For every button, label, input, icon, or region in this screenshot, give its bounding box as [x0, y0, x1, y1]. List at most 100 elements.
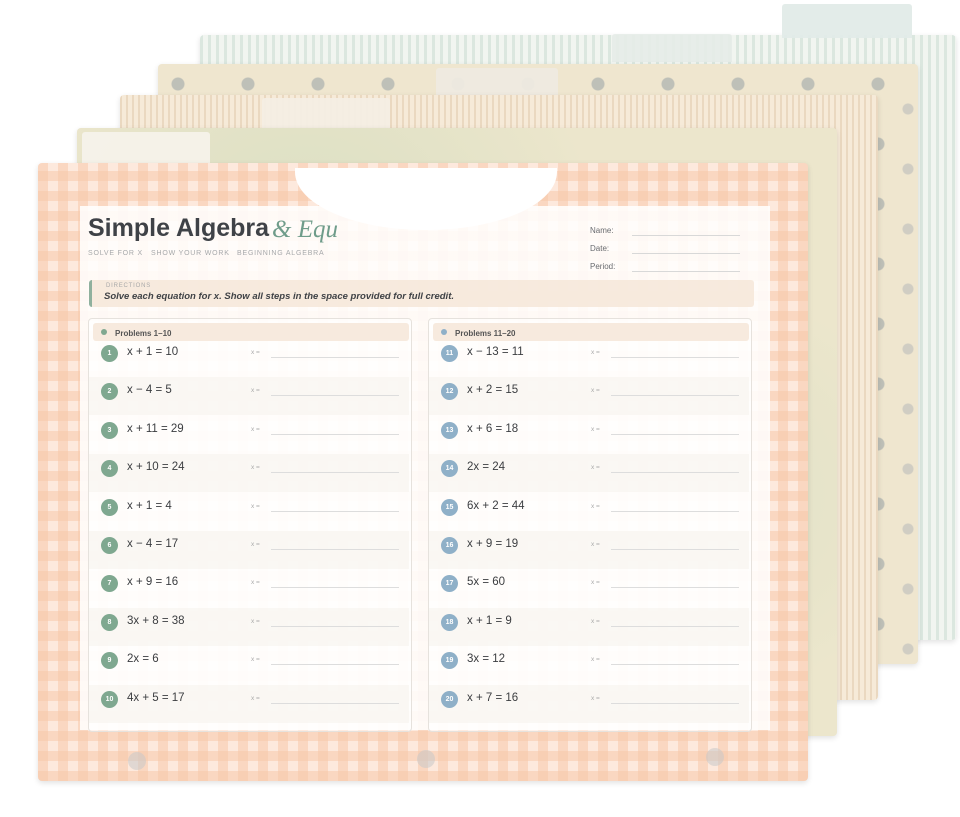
problem-row: 7 x + 9 = 16 x = [89, 569, 409, 607]
problem-row: 18 x + 1 = 9 x = [429, 607, 749, 646]
problem-number-badge: 11 [441, 345, 458, 362]
problem-row: 14 2x = 24 x = [429, 454, 749, 493]
bullet-icon [441, 329, 447, 335]
binder-hole [417, 750, 435, 768]
problem-row: 17 5x = 60 x = [429, 569, 749, 607]
answer-line[interactable] [611, 664, 739, 666]
equation-text: 3x = 12 [467, 653, 506, 666]
problems-column-right: Problems 11–20 11 x − 13 = 11 x = 12 x + 2 =… [428, 318, 752, 732]
equation-text: x + 1 = 4 [127, 499, 172, 512]
subtitle-item: Solve for x [88, 250, 143, 257]
answer-line[interactable] [611, 587, 739, 589]
answer-line[interactable] [271, 510, 399, 512]
binder-hole [706, 748, 724, 766]
answer-line[interactable] [271, 625, 399, 627]
answer-line[interactable] [271, 587, 399, 589]
answer-label: x = [591, 502, 600, 510]
equation-text: 4x + 5 = 17 [127, 691, 185, 704]
answer-label: x = [591, 387, 600, 395]
problem-number-badge: 19 [441, 652, 458, 670]
answer-label: x = [591, 464, 600, 472]
answer-label: x = [251, 464, 260, 472]
problem-number-badge: 15 [441, 498, 458, 516]
answer-label: x = [591, 617, 600, 625]
equation-text: x − 4 = 17 [127, 538, 179, 550]
answer-line[interactable] [271, 395, 399, 397]
subtitle-item: Show your work [151, 250, 230, 257]
problem-row: 12 x + 2 = 15 x = [429, 377, 749, 416]
answer-label: x = [591, 541, 600, 548]
period-field-label: Period: [590, 262, 616, 271]
name-field-line[interactable] [632, 235, 740, 236]
problem-number-badge: 10 [101, 690, 118, 708]
equation-text: 2x = 6 [127, 653, 159, 666]
answer-line[interactable] [271, 664, 399, 666]
answer-line[interactable] [271, 702, 399, 704]
answer-line[interactable] [271, 472, 399, 474]
directions-text: Solve each equation for x. Show all step… [104, 291, 454, 302]
problem-row: 11 x − 13 = 11 x = [429, 339, 749, 377]
equation-text: 3x + 8 = 38 [127, 614, 185, 627]
problem-number-badge: 5 [101, 498, 118, 516]
answer-line[interactable] [611, 702, 739, 704]
folder-tab [82, 132, 210, 164]
answer-label: x = [251, 387, 260, 395]
problem-number-badge: 7 [101, 575, 118, 593]
problem-number-badge: 8 [101, 613, 118, 631]
equation-text: x − 13 = 11 [467, 346, 524, 358]
problem-row: 2 x − 4 = 5 x = [89, 377, 409, 416]
answer-label: x = [251, 541, 260, 548]
answer-label: x = [251, 425, 260, 433]
answer-label: x = [591, 694, 600, 702]
column-heading: Problems 1–10 [115, 329, 172, 338]
answer-line[interactable] [611, 510, 739, 512]
answer-line[interactable] [611, 549, 739, 550]
answer-label: x = [591, 656, 600, 664]
answer-label: x = [251, 617, 260, 625]
answer-line[interactable] [271, 357, 399, 358]
date-field-line[interactable] [632, 253, 740, 254]
worksheet-title: Simple Algebra [88, 214, 270, 242]
problem-row: 6 x − 4 = 17 x = [89, 531, 409, 569]
answer-line[interactable] [611, 472, 739, 474]
equation-text: x + 9 = 16 [127, 576, 179, 589]
problems-column-left: Problems 1–10 1 x + 1 = 10 x = 2 x − 4 = 5 x … [88, 318, 412, 732]
period-field-line[interactable] [632, 271, 740, 272]
problem-row: 8 3x + 8 = 38 x = [89, 607, 409, 646]
equation-text: x + 7 = 16 [467, 691, 519, 704]
problem-row: 19 3x = 12 x = [429, 646, 749, 684]
problem-number-badge: 18 [441, 613, 458, 631]
answer-label: x = [591, 425, 600, 433]
equation-text: x + 6 = 18 [467, 422, 519, 435]
subtitle-separator: · [140, 251, 143, 258]
answer-line[interactable] [611, 357, 739, 358]
problem-row: 3 x + 11 = 29 x = [89, 416, 409, 454]
equation-text: x − 4 = 5 [127, 384, 172, 397]
answer-label: x = [251, 349, 260, 356]
answer-label: x = [591, 579, 600, 587]
directions-label: Directions [106, 283, 152, 289]
folder-tab [262, 98, 390, 128]
column-heading: Problems 11–20 [455, 329, 516, 338]
answer-line[interactable] [611, 395, 739, 397]
equation-text: x + 2 = 15 [467, 384, 519, 397]
binder-hole [128, 752, 146, 770]
equation-text: 6x + 2 = 44 [467, 499, 525, 512]
problem-number-badge: 6 [101, 537, 118, 554]
problem-number-badge: 1 [101, 345, 118, 362]
problem-row: 15 6x + 2 = 44 x = [429, 493, 749, 531]
answer-line[interactable] [611, 433, 739, 435]
problem-number-badge: 4 [101, 460, 118, 478]
problem-number-badge: 2 [101, 383, 118, 401]
answer-line[interactable] [271, 433, 399, 435]
problem-number-badge: 14 [441, 460, 458, 478]
answer-line[interactable] [611, 625, 739, 627]
answer-label: x = [251, 579, 260, 587]
folder-tab [782, 4, 912, 38]
answer-line[interactable] [271, 549, 399, 550]
problem-number-badge: 3 [101, 421, 118, 439]
date-field-label: Date: [590, 244, 610, 253]
equation-text: x + 1 = 9 [467, 614, 512, 627]
equation-text: x + 10 = 24 [127, 461, 185, 474]
answer-label: x = [251, 694, 260, 702]
